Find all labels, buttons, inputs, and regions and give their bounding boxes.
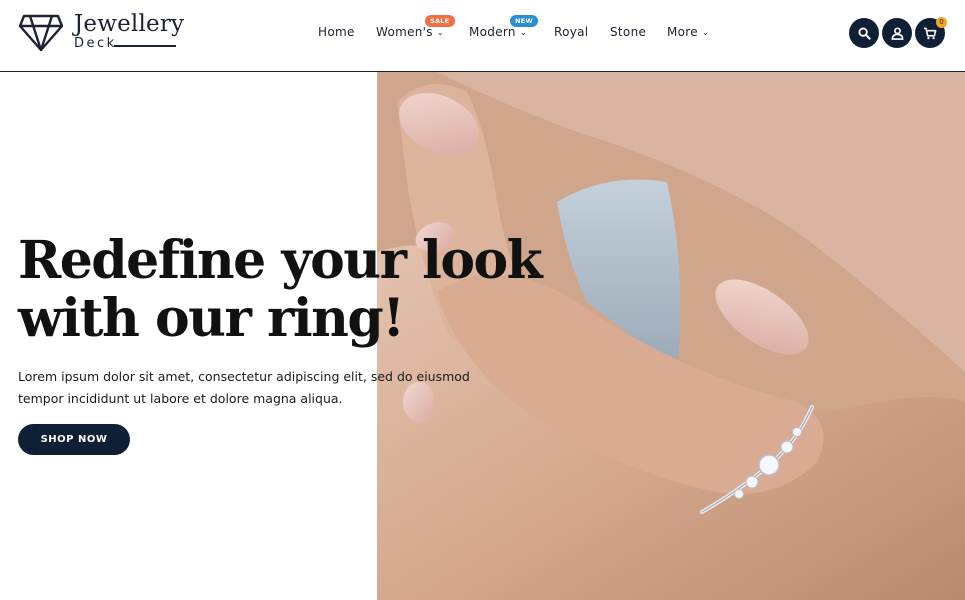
nav-item-stone[interactable]: Stone <box>610 25 646 39</box>
search-button[interactable] <box>849 18 879 48</box>
nav-item-more[interactable]: More ⌄ <box>667 25 709 39</box>
user-icon <box>891 26 903 40</box>
brand-subtitle: Deck <box>74 36 117 51</box>
cart-count-badge: 0 <box>936 17 947 28</box>
cart-button[interactable]: 0 <box>915 17 947 48</box>
chevron-down-icon: ⌄ <box>436 28 444 37</box>
account-button[interactable] <box>882 18 912 48</box>
nav-item-label: Home <box>318 25 355 39</box>
hero-description: Lorem ipsum dolor sit amet, consectetur … <box>18 369 470 406</box>
chevron-down-icon: ⌄ <box>701 28 709 37</box>
nav-item-womens[interactable]: SALE Women's ⌄ <box>376 15 455 39</box>
hero-title-line-2: with our ring! <box>18 288 405 349</box>
sale-badge: SALE <box>425 15 455 27</box>
search-icon <box>857 26 871 40</box>
diamond-logo-icon <box>18 14 64 52</box>
chevron-down-icon: ⌄ <box>519 28 527 37</box>
nav-item-royal[interactable]: Royal <box>554 25 588 39</box>
nav-item-label: Stone <box>610 25 647 39</box>
nav-item-modern[interactable]: NEW Modern ⌄ <box>469 15 538 39</box>
cart-icon <box>923 27 937 39</box>
nav-item-label: Modern <box>469 25 516 39</box>
shop-now-button[interactable]: SHOP NOW <box>18 424 130 455</box>
new-badge: NEW <box>510 15 538 27</box>
brand-name: Jewellery <box>74 11 185 37</box>
hero-title-line-1: Redefine your look <box>18 230 543 291</box>
hero-text-block: Redefine your look with our ring! Lorem … <box>18 232 578 410</box>
nav-item-label: Women's <box>376 25 433 39</box>
site-header: Jewellery Deck Home SALE Women's ⌄ NEW Mo… <box>0 0 965 72</box>
brand-underline <box>114 45 176 47</box>
hero-title: Redefine your look with our ring! <box>18 232 578 348</box>
brand-logo[interactable]: Jewellery Deck <box>18 11 188 57</box>
nav-item-label: Royal <box>554 25 589 39</box>
nav-item-label: More <box>667 25 698 39</box>
nav-item-home[interactable]: Home <box>318 25 355 39</box>
